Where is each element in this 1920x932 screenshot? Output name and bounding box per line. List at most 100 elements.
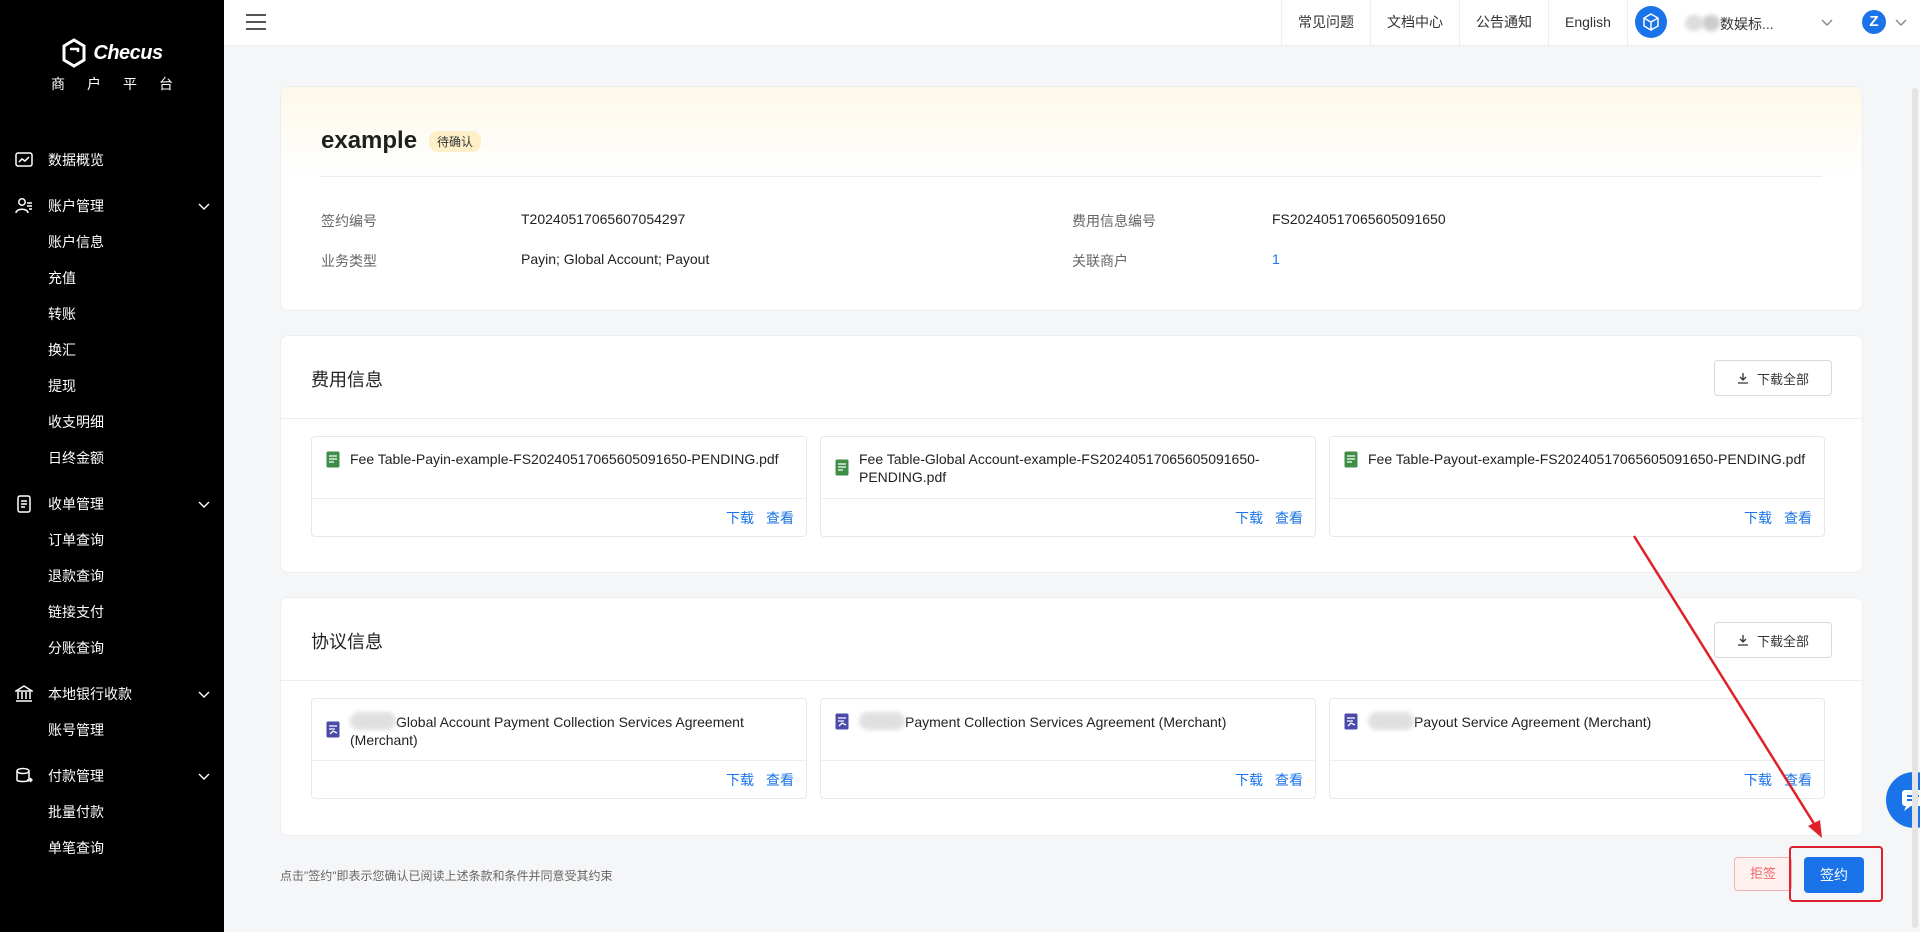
download-icon <box>1737 373 1748 384</box>
contract-card: example 待确认 签约编号 T20240517065607054297 费… <box>280 86 1863 311</box>
card-header-bg <box>281 87 1862 177</box>
file-card: Fee Table-Payout-example-FS2024051706560… <box>1329 436 1825 537</box>
user-group-icon <box>14 196 34 216</box>
sign-button[interactable]: 签约 <box>1804 857 1864 893</box>
nav-group-account[interactable]: 账户管理 <box>0 188 224 224</box>
view-link[interactable]: 查看 <box>1784 508 1812 528</box>
chevron-down-icon <box>198 501 210 508</box>
file-name: Fee Table-Payin-example-FS20240517065605… <box>350 451 779 467</box>
chevron-down-icon[interactable] <box>1895 16 1907 28</box>
view-link[interactable]: 查看 <box>766 770 794 790</box>
download-link[interactable]: 下载 <box>1744 770 1772 790</box>
view-link[interactable]: 查看 <box>766 508 794 528</box>
file-name: Payout Service Agreement (Merchant) <box>1368 712 1808 731</box>
status-badge: 待确认 <box>429 131 482 152</box>
nav-group-local-bank[interactable]: 本地银行收款 <box>0 676 224 712</box>
faq-link[interactable]: 常见问题 <box>1281 0 1370 46</box>
sidebar-item-recharge[interactable]: 充值 <box>0 260 224 296</box>
sidebar-nav: 数据概览 账户管理 账户信息 充值 转账 换汇 提现 收支明细 日终金额 收单管… <box>0 142 224 866</box>
divider <box>281 418 1862 419</box>
fee-no-label: 费用信息编号 <box>1072 213 1156 229</box>
notice-link[interactable]: 公告通知 <box>1459 0 1548 46</box>
download-link[interactable]: 下载 <box>1744 508 1772 528</box>
excel-file-icon <box>1344 451 1358 468</box>
file-name: Global Account Payment Collection Servic… <box>350 712 744 748</box>
excel-file-icon <box>326 451 340 468</box>
download-link[interactable]: 下载 <box>726 770 754 790</box>
nav-group-overview[interactable]: 数据概览 <box>0 142 224 178</box>
sidebar-item-withdraw[interactable]: 提现 <box>0 368 224 404</box>
chevron-down-icon <box>198 691 210 698</box>
chevron-down-icon[interactable] <box>1821 16 1833 28</box>
chart-icon <box>14 150 34 170</box>
file-card: Global Account Payment Collection Servic… <box>311 698 807 799</box>
sidebar-item-eod-balance[interactable]: 日终金额 <box>0 440 224 476</box>
chevron-down-icon <box>198 773 210 780</box>
brand-name: Checus <box>93 41 163 64</box>
file-card: Fee Table-Payin-example-FS20240517065605… <box>311 436 807 537</box>
excel-file-icon <box>835 459 849 476</box>
sidebar-item-refunds[interactable]: 退款查询 <box>0 558 224 594</box>
download-all-button[interactable]: 下载全部 <box>1714 360 1832 396</box>
blurred-text <box>1368 712 1414 730</box>
merchant-label: 关联商户 <box>1072 253 1128 269</box>
document-icon <box>14 494 34 514</box>
sidebar-item-transfer[interactable]: 转账 <box>0 296 224 332</box>
sidebar: Checus 商户平台 数据概览 账户管理 账户信息 充值 转账 换汇 提现 收… <box>0 0 224 932</box>
agreement-file-list: Global Account Payment Collection Servic… <box>311 698 1825 799</box>
blurred-text <box>859 712 905 730</box>
view-link[interactable]: 查看 <box>1275 508 1303 528</box>
sidebar-item-account-info[interactable]: 账户信息 <box>0 224 224 260</box>
docs-link[interactable]: 文档中心 <box>1370 0 1459 46</box>
nav-group-label: 本地银行收款 <box>48 686 132 702</box>
agreement-info-card: 协议信息 下载全部 Global Account Payment Collect… <box>280 597 1863 836</box>
blurred-text <box>1702 15 1720 31</box>
divider <box>821 760 1315 761</box>
file-name: Fee Table-Global Account-example-FS20240… <box>859 451 1260 485</box>
download-link[interactable]: 下载 <box>1235 508 1263 528</box>
nav-group-label: 账户管理 <box>48 198 104 214</box>
brand-logo[interactable]: Checus 商户平台 <box>0 38 224 94</box>
sidebar-item-account-mgmt[interactable]: 账号管理 <box>0 712 224 748</box>
language-switch[interactable]: English <box>1548 0 1628 46</box>
avatar[interactable]: Z <box>1862 10 1886 34</box>
sidebar-item-single-query[interactable]: 单笔查询 <box>0 830 224 866</box>
top-links: 常见问题 文档中心 公告通知 English <box>1281 0 1628 46</box>
divider <box>281 680 1862 681</box>
sidebar-item-statement[interactable]: 收支明细 <box>0 404 224 440</box>
view-link[interactable]: 查看 <box>1784 770 1812 790</box>
nav-group-payout[interactable]: 付款管理 <box>0 758 224 794</box>
merchant-count-link[interactable]: 1 <box>1272 251 1280 267</box>
blurred-text <box>350 712 396 730</box>
divider <box>1330 498 1824 499</box>
merchant-cube-icon[interactable] <box>1635 6 1667 38</box>
view-link[interactable]: 查看 <box>1275 770 1303 790</box>
sidebar-item-link-pay[interactable]: 链接支付 <box>0 594 224 630</box>
checus-logo-icon <box>62 38 86 68</box>
file-card: Fee Table-Global Account-example-FS20240… <box>820 436 1316 537</box>
download-link[interactable]: 下载 <box>726 508 754 528</box>
download-all-button[interactable]: 下载全部 <box>1714 622 1832 658</box>
scrollbar[interactable] <box>1912 88 1918 928</box>
download-link[interactable]: 下载 <box>1235 770 1263 790</box>
divider <box>821 498 1315 499</box>
download-all-label: 下载全部 <box>1756 633 1809 649</box>
sidebar-item-batch-payout[interactable]: 批量付款 <box>0 794 224 830</box>
menu-toggle-icon[interactable] <box>246 14 266 32</box>
chevron-down-icon <box>198 203 210 210</box>
sidebar-item-orders[interactable]: 订单查询 <box>0 522 224 558</box>
nav-group-label: 收单管理 <box>48 496 104 512</box>
fee-info-card: 费用信息 下载全部 Fee Table-Payin-example-FS2024… <box>280 335 1863 573</box>
divider <box>1330 760 1824 761</box>
topbar: 常见问题 文档中心 公告通知 English 数娱标... Z <box>224 0 1920 46</box>
merchant-name[interactable]: 数娱标... <box>1720 14 1774 34</box>
nav-group-acquiring[interactable]: 收单管理 <box>0 486 224 522</box>
file-card: Payment Collection Services Agreement (M… <box>820 698 1316 799</box>
file-name: Fee Table-Payout-example-FS2024051706560… <box>1368 451 1806 467</box>
divider <box>321 176 1822 177</box>
sign-no-label: 签约编号 <box>321 213 377 229</box>
sidebar-item-split[interactable]: 分账查询 <box>0 630 224 666</box>
sidebar-item-exchange[interactable]: 换汇 <box>0 332 224 368</box>
reject-button[interactable]: 拒签 <box>1734 857 1792 891</box>
contract-file-icon <box>326 721 340 738</box>
